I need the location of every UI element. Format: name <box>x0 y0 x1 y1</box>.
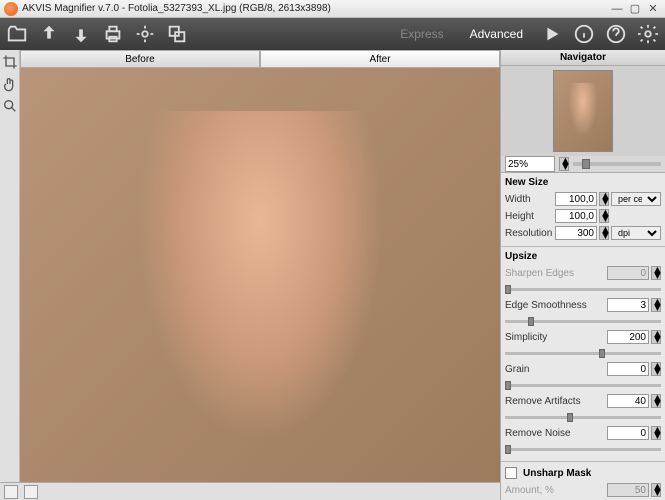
bottom-bar <box>0 482 500 500</box>
titlebar: AKVIS Magnifier v.7.0 - Fotolia_5327393_… <box>0 0 665 18</box>
image-canvas[interactable] <box>20 68 500 500</box>
resolution-label: Resolution <box>505 228 553 239</box>
newsize-title: New Size <box>505 175 661 190</box>
zoom-icon[interactable] <box>2 98 18 114</box>
sharpen-input <box>607 266 649 280</box>
simplicity-input[interactable] <box>607 330 649 344</box>
artifacts-label: Remove Artifacts <box>505 396 605 407</box>
zoom-combo[interactable] <box>505 156 555 172</box>
zoom-spinner[interactable]: ▲▼ <box>559 157 569 171</box>
run-icon[interactable] <box>541 23 563 45</box>
navigator-preview[interactable] <box>501 66 665 156</box>
edge-slider[interactable] <box>505 320 661 323</box>
edge-label: Edge Smoothness <box>505 300 605 311</box>
main-toolbar: Express Advanced <box>0 18 665 50</box>
view-single-icon[interactable] <box>4 485 18 499</box>
edge-spinner[interactable]: ▲▼ <box>651 298 661 312</box>
height-spinner[interactable]: ▲▼ <box>599 209 609 223</box>
sharpen-spinner[interactable]: ▲▼ <box>651 266 661 280</box>
artifacts-spinner[interactable]: ▲▼ <box>651 394 661 408</box>
unsharp-title: Unsharp Mask <box>523 466 661 481</box>
width-label: Width <box>505 194 553 205</box>
simplicity-label: Simplicity <box>505 332 605 343</box>
save-icon[interactable] <box>38 23 60 45</box>
photo-preview <box>20 68 500 500</box>
upsize-title: Upsize <box>505 249 661 264</box>
width-spinner[interactable]: ▲▼ <box>599 192 609 206</box>
sharpen-label: Sharpen Edges <box>505 268 605 279</box>
minimize-button[interactable]: — <box>609 2 625 16</box>
amount-spinner[interactable]: ▲▼ <box>651 483 661 497</box>
section-newsize: New Size Width ▲▼ per cent Height ▲▼ Res… <box>501 173 665 247</box>
noise-slider[interactable] <box>505 448 661 451</box>
noise-spinner[interactable]: ▲▼ <box>651 426 661 440</box>
height-label: Height <box>505 211 553 222</box>
app-icon <box>4 2 18 16</box>
batch-icon[interactable] <box>166 23 188 45</box>
navigator-title: Navigator <box>501 50 665 66</box>
grain-label: Grain <box>505 364 605 375</box>
edge-input[interactable] <box>607 298 649 312</box>
resolution-input[interactable] <box>555 226 597 240</box>
amount-input <box>607 483 649 497</box>
close-button[interactable]: ✕ <box>645 2 661 16</box>
section-unsharp: Unsharp Mask Amount, %▲▼ Radius, pixels▲… <box>501 462 665 500</box>
grain-input[interactable] <box>607 362 649 376</box>
noise-label: Remove Noise <box>505 428 605 439</box>
sharpen-slider[interactable] <box>505 288 661 291</box>
hand-icon[interactable] <box>2 76 18 92</box>
res-unit-combo[interactable]: dpi <box>611 226 661 240</box>
tab-before[interactable]: Before <box>20 50 260 68</box>
window-title: AKVIS Magnifier v.7.0 - Fotolia_5327393_… <box>22 3 609 14</box>
section-upsize: Upsize Sharpen Edges ▲▼ Edge Smoothness ▲▼… <box>501 247 665 462</box>
grain-slider[interactable] <box>505 384 661 387</box>
simplicity-spinner[interactable]: ▲▼ <box>651 330 661 344</box>
print-icon[interactable] <box>102 23 124 45</box>
share-icon[interactable] <box>134 23 156 45</box>
artifacts-slider[interactable] <box>505 416 661 419</box>
crop-icon[interactable] <box>2 54 18 70</box>
artifacts-input[interactable] <box>607 394 649 408</box>
size-unit-combo[interactable]: per cent <box>611 192 661 206</box>
height-input[interactable] <box>555 209 597 223</box>
open-icon[interactable] <box>6 23 28 45</box>
view-split-icon[interactable] <box>24 485 38 499</box>
unsharp-checkbox[interactable] <box>505 467 517 479</box>
noise-input[interactable] <box>607 426 649 440</box>
maximize-button[interactable]: ▢ <box>627 2 643 16</box>
right-panel: Navigator ▲▼ New Size Width ▲▼ per cent … <box>500 50 665 500</box>
amount-label: Amount, % <box>505 485 605 496</box>
grain-spinner[interactable]: ▲▼ <box>651 362 661 376</box>
help-icon[interactable] <box>605 23 627 45</box>
tab-after[interactable]: After <box>260 50 500 68</box>
export-icon[interactable] <box>70 23 92 45</box>
info-icon[interactable] <box>573 23 595 45</box>
zoom-slider[interactable] <box>573 162 661 166</box>
mode-express[interactable]: Express <box>392 27 451 41</box>
width-input[interactable] <box>555 192 597 206</box>
left-toolbar <box>0 50 20 500</box>
mode-advanced[interactable]: Advanced <box>462 27 531 41</box>
resolution-spinner[interactable]: ▲▼ <box>599 226 609 240</box>
navigator-thumb <box>553 70 613 152</box>
settings-icon[interactable] <box>637 23 659 45</box>
simplicity-slider[interactable] <box>505 352 661 355</box>
